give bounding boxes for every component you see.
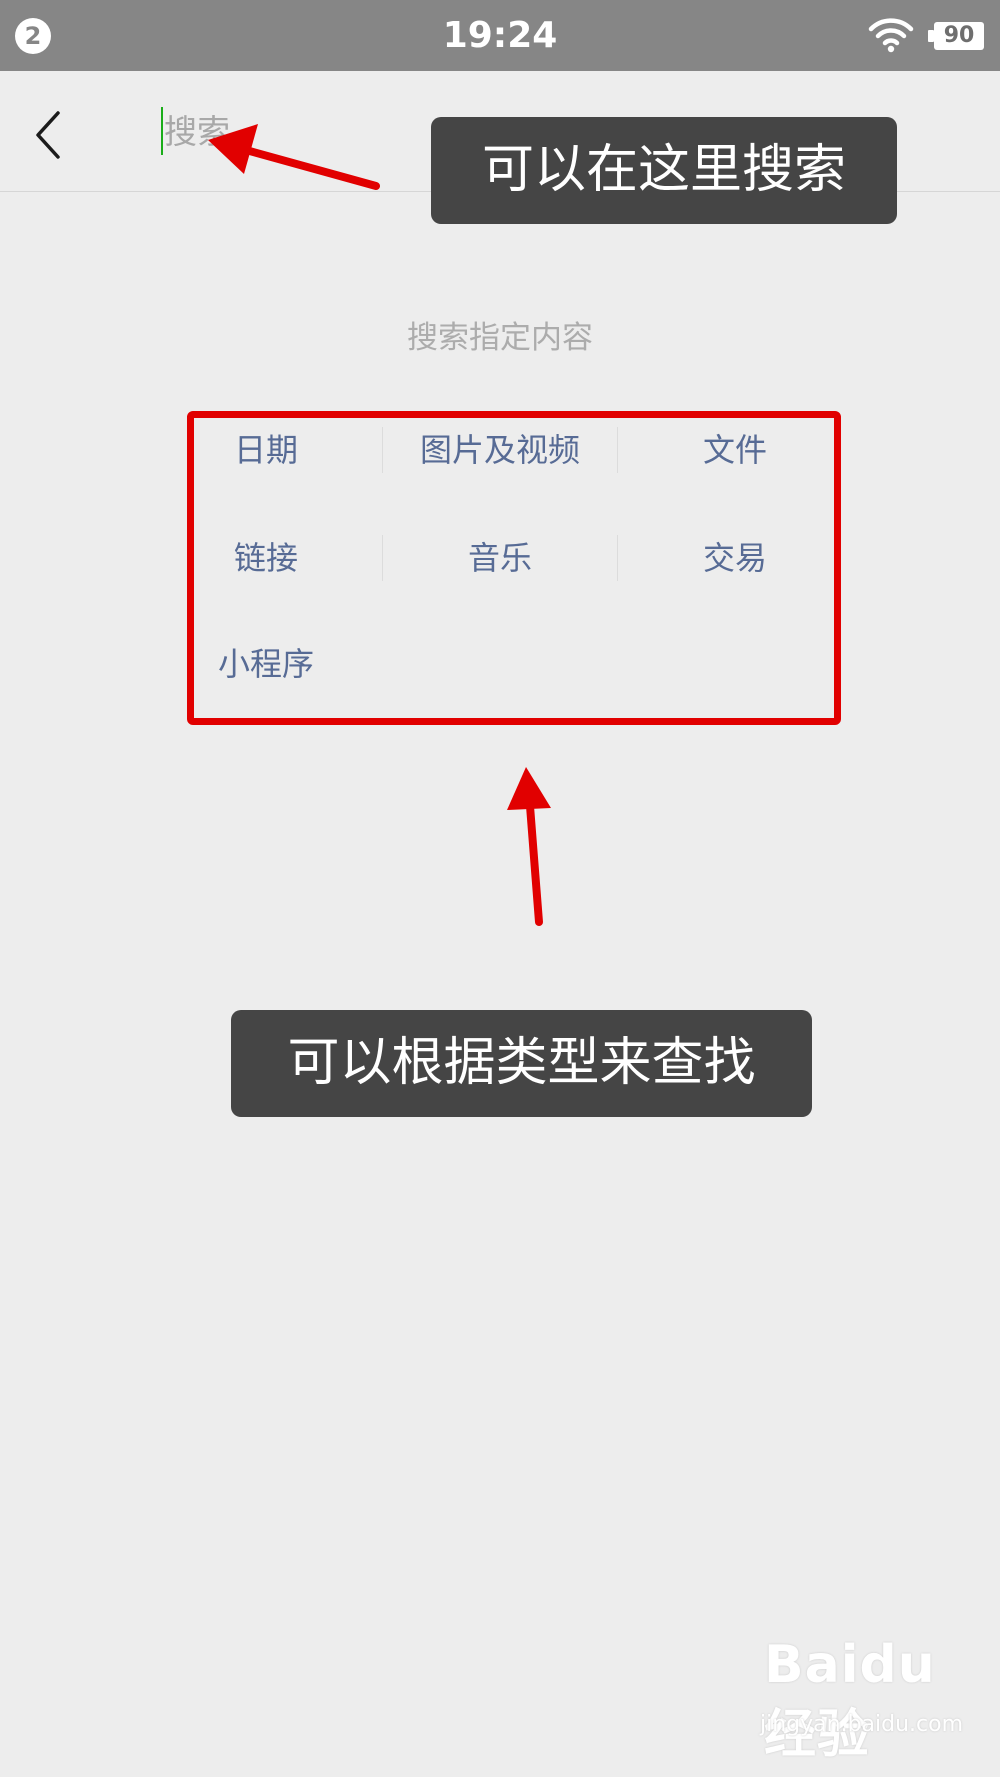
annotation-arrows — [208, 124, 551, 926]
text-cursor — [161, 107, 163, 155]
highlight-box — [187, 411, 841, 725]
battery-icon: 90 — [928, 22, 984, 50]
search-hint: 搜索指定内容 — [407, 320, 593, 356]
chevron-left-icon[interactable] — [30, 109, 66, 161]
battery-level: 90 — [943, 23, 975, 48]
callout-search-by-type: 可以根据类型来查找 — [231, 1010, 812, 1117]
watermark: Baidu经验 jingyan.baidu.com — [760, 1630, 980, 1765]
watermark-url: jingyan.baidu.com — [760, 1712, 964, 1737]
callout-search-here: 可以在这里搜索 — [431, 117, 897, 224]
status-bar: 2 19:24 90 — [0, 0, 1000, 71]
status-time: 19:24 — [442, 15, 558, 56]
watermark-logo: Baidu经验 — [764, 1635, 936, 1765]
wifi-icon — [868, 18, 914, 53]
arrow-to-categories — [507, 767, 551, 926]
